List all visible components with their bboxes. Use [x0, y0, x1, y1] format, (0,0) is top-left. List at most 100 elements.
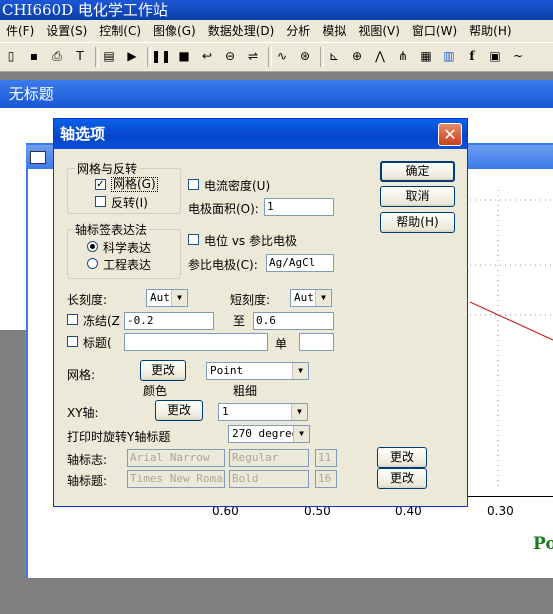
toolbar-separator — [268, 47, 272, 67]
peak-icon[interactable]: ⋀ — [371, 47, 389, 65]
unit-label: 单 — [275, 337, 288, 351]
toolbar: ▯ ▪ ⎙ T ▤ ▶ ❚❚ ■ ↩ ⊖ ⇌ ∿ ⊛ ⊾ ⊕ ⋀ ⋔ ▦ ▥ f ▣ ~ — [0, 42, 553, 72]
menu-item[interactable]: 分析 — [280, 20, 316, 42]
grid-style-select[interactable]: Point ▼ — [206, 362, 309, 380]
title-label: 标题( — [83, 336, 112, 350]
save-icon[interactable]: ▪ — [25, 47, 43, 65]
rotate-y-title-label: 打印时旋转Y轴标题 — [67, 430, 171, 444]
reverse-icon[interactable]: ↩ — [198, 47, 216, 65]
notes-icon[interactable]: ▤ — [100, 47, 118, 65]
rotate-y-title-value: 270 degree — [232, 427, 299, 440]
workspace-background-bottom — [26, 578, 553, 614]
to-label: 至 — [233, 314, 246, 328]
scientific-radio[interactable] — [87, 241, 98, 252]
engineering-radio-label: 工程表达 — [103, 258, 152, 272]
toolbar-separator — [320, 47, 324, 67]
help-button[interactable]: 帮助(H) — [380, 212, 455, 233]
grid-style-value: Point — [210, 364, 244, 377]
menu-item[interactable]: 件(F) — [0, 20, 40, 42]
copy-icon[interactable]: ▣ — [486, 47, 504, 65]
invert-checkbox-label: 反转(I) — [111, 196, 148, 210]
notation-group-title: 轴标签表达法 — [73, 221, 150, 238]
freeze-from-input[interactable]: -0.2 — [124, 312, 214, 330]
zoom-icon[interactable]: ⊕ — [348, 47, 366, 65]
minor-tick-select[interactable]: Aut ▼ — [290, 289, 332, 307]
cancel-button[interactable]: 取消 — [380, 186, 455, 207]
xy-axis-weight-value: 1 — [222, 405, 229, 418]
font-icon[interactable]: f — [463, 47, 481, 65]
electrode-area-input[interactable]: 1 — [264, 198, 334, 216]
xy-axis-label: XY轴: — [67, 406, 99, 420]
grid-color-caption: 颜色 — [143, 384, 168, 398]
axis-mark-font-field: Arial Narrow — [127, 449, 225, 467]
grid-color-change-button[interactable]: 更改 — [140, 360, 186, 381]
electrode-area-label: 电极面积(O): — [188, 202, 259, 216]
ok-button[interactable]: 确定 — [380, 161, 455, 182]
chevron-down-icon[interactable]: ▼ — [171, 290, 187, 306]
multi-graph-icon[interactable]: ▦ — [417, 47, 435, 65]
graph-icon[interactable]: ⊾ — [325, 47, 343, 65]
smooth-icon[interactable]: ~ — [509, 47, 527, 65]
step-icon[interactable]: ⊖ — [221, 47, 239, 65]
invert-checkbox[interactable] — [95, 196, 106, 207]
x-tick-label: 0.30 — [487, 504, 514, 518]
ref-electrode-input[interactable]: Ag/AgCl — [266, 254, 334, 272]
freeze-checkbox[interactable] — [67, 314, 78, 325]
rotate-y-title-select[interactable]: 270 degree ▼ — [228, 425, 310, 443]
grid-checkbox-label: 网格(G) — [111, 177, 158, 192]
text-icon[interactable]: T — [71, 47, 89, 65]
dialog-titlebar[interactable]: 轴选项 — [54, 119, 467, 149]
freeze-label: 冻结(Z — [83, 314, 120, 328]
overlay-icon[interactable]: ⋔ — [394, 47, 412, 65]
chevron-down-icon[interactable]: ▼ — [293, 426, 309, 442]
data-curve — [469, 301, 553, 341]
xy-axis-change-button[interactable]: 更改 — [155, 400, 203, 421]
app-title: CHI660D 电化学工作站 — [2, 1, 168, 19]
menu-item[interactable]: 模拟 — [316, 20, 352, 42]
chevron-down-icon[interactable]: ▼ — [292, 363, 308, 379]
current-density-checkbox[interactable] — [188, 179, 199, 190]
axis-mark-size-field: 11 — [315, 449, 337, 467]
ref-electrode-label: 参比电极(C): — [188, 258, 258, 272]
close-icon[interactable]: ✕ — [438, 123, 462, 146]
grid-checkbox[interactable]: ✓ — [95, 179, 106, 190]
waveform-icon[interactable]: ∿ — [273, 47, 291, 65]
menu-item[interactable]: 图像(G) — [147, 20, 202, 42]
axis-title-label: 轴标题: — [67, 474, 108, 488]
grid-row-label: 网格: — [67, 368, 96, 382]
axis-mark-change-button[interactable]: 更改 — [377, 447, 427, 468]
title-checkbox[interactable] — [67, 336, 78, 347]
dialog-title: 轴选项 — [60, 125, 106, 143]
menu-item[interactable]: 数据处理(D) — [202, 20, 281, 42]
pause-icon[interactable]: ❚❚ — [151, 47, 171, 65]
title-input[interactable] — [124, 333, 268, 351]
menu-item[interactable]: 设置(S) — [40, 20, 93, 42]
document-title: 无标题 — [8, 85, 54, 103]
print-icon[interactable]: ⎙ — [48, 47, 66, 65]
axis-title-change-button[interactable]: 更改 — [377, 468, 427, 489]
minor-tick-value: Aut — [294, 291, 314, 304]
chevron-down-icon[interactable]: ▼ — [291, 404, 307, 420]
axis-title-style-field: Bold — [229, 470, 309, 488]
menu-item[interactable]: 帮助(H) — [463, 20, 517, 42]
chevron-down-icon[interactable]: ▼ — [315, 290, 331, 306]
new-file-icon[interactable]: ▯ — [2, 47, 20, 65]
app-titlebar: CHI660D 电化学工作站 — [0, 0, 553, 20]
xy-axis-weight-select[interactable]: 1 ▼ — [218, 403, 308, 421]
major-tick-label: 长刻度: — [67, 293, 108, 307]
plot-region — [465, 190, 553, 490]
run-icon[interactable]: ▶ — [123, 47, 141, 65]
menu-item[interactable]: 控制(C) — [93, 20, 147, 42]
menu-item[interactable]: 窗口(W) — [406, 20, 463, 42]
menu-item[interactable]: 视图(V) — [352, 20, 406, 42]
freeze-to-input[interactable]: 0.6 — [253, 312, 334, 330]
major-tick-select[interactable]: Aut ▼ — [146, 289, 188, 307]
color-icon[interactable]: ▥ — [440, 47, 458, 65]
parameter-icon[interactable]: ⇌ — [244, 47, 262, 65]
engineering-radio[interactable] — [87, 258, 98, 269]
potential-vs-ref-checkbox[interactable] — [188, 234, 199, 245]
potential-vs-ref-label: 电位 vs 参比电极 — [204, 234, 297, 248]
unit-input[interactable] — [299, 333, 334, 351]
settings-icon[interactable]: ⊛ — [296, 47, 314, 65]
stop-icon[interactable]: ■ — [175, 47, 193, 65]
